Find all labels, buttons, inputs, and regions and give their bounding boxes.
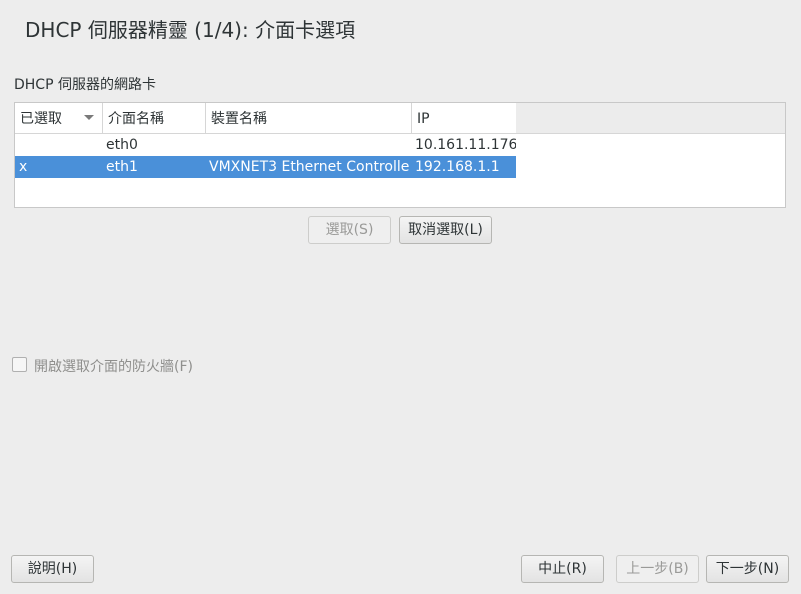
cell-selected (19, 134, 99, 156)
column-header-selected[interactable]: 已選取 (15, 103, 103, 133)
table-header: 已選取 介面名稱 裝置名稱 IP (15, 103, 785, 134)
column-header-label: 裝置名稱 (211, 111, 267, 127)
column-header-label: IP (417, 111, 430, 127)
sort-down-icon (84, 115, 94, 120)
interfaces-table[interactable]: 已選取 介面名稱 裝置名稱 IP eth0 10.161.11.176 x et… (14, 102, 786, 208)
deselect-button[interactable]: 取消選取(L) (399, 216, 492, 244)
select-button[interactable]: 選取(S) (308, 216, 391, 244)
column-header-interface-name[interactable]: 介面名稱 (103, 103, 206, 133)
column-header-device-name[interactable]: 裝置名稱 (206, 103, 412, 133)
cell-device-name: VMXNET3 Ethernet Controller (209, 159, 409, 175)
back-button[interactable]: 上一步(B) (616, 555, 699, 583)
firewall-checkbox[interactable] (12, 357, 27, 372)
column-header-label: 介面名稱 (108, 111, 164, 127)
abort-button[interactable]: 中止(R) (521, 555, 604, 583)
help-button[interactable]: 說明(H) (11, 555, 94, 583)
cell-ip: 10.161.11.176 (415, 137, 516, 153)
table-row[interactable]: x eth1 VMXNET3 Ethernet Controller 192.1… (15, 156, 516, 178)
firewall-checkbox-label: 開啟選取介面的防火牆(F) (34, 359, 193, 375)
column-header-ip[interactable]: IP (412, 103, 516, 133)
cell-selected: x (19, 159, 28, 175)
cell-interface-name: eth0 (106, 137, 138, 153)
cell-ip: 192.168.1.1 (415, 159, 500, 175)
next-button[interactable]: 下一步(N) (706, 555, 789, 583)
cell-interface-name: eth1 (106, 159, 138, 175)
interfaces-section-label: DHCP 伺服器的網路卡 (14, 77, 156, 93)
table-row[interactable]: eth0 10.161.11.176 (15, 134, 516, 156)
cell-device-name (209, 134, 409, 156)
page-title: DHCP 伺服器精靈 (1/4): 介面卡選項 (25, 18, 356, 42)
column-header-label: 已選取 (20, 111, 62, 127)
